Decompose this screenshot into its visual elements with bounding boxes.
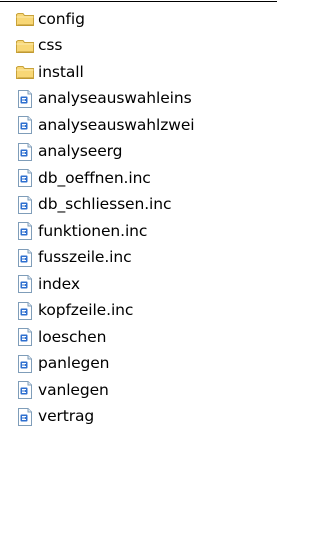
php-file-icon bbox=[15, 168, 38, 188]
item-label: config bbox=[38, 9, 85, 28]
item-label: index bbox=[38, 274, 80, 293]
list-item[interactable]: css bbox=[15, 33, 273, 60]
item-label: db_schliessen.inc bbox=[38, 195, 172, 213]
item-label: css bbox=[38, 36, 63, 54]
list-item[interactable]: db_oeffnen.inc bbox=[15, 165, 273, 192]
item-label: loeschen bbox=[38, 327, 107, 346]
folder-icon bbox=[15, 9, 38, 29]
item-label: install bbox=[38, 62, 84, 81]
item-label: fusszeile.inc bbox=[38, 248, 132, 266]
php-file-icon bbox=[15, 195, 38, 215]
list-item[interactable]: install bbox=[15, 59, 273, 86]
list-item[interactable]: funktionen.inc bbox=[15, 218, 273, 245]
php-file-icon bbox=[15, 89, 38, 109]
php-file-icon bbox=[15, 142, 38, 162]
item-label: kopfzeile.inc bbox=[38, 301, 134, 319]
list-item[interactable]: analyseauswahleins bbox=[15, 86, 273, 113]
item-label: funktionen.inc bbox=[38, 221, 148, 240]
list-item[interactable]: analyseerg bbox=[15, 139, 273, 166]
top-divider bbox=[0, 1, 277, 2]
folder-icon bbox=[15, 36, 38, 56]
item-label: db_oeffnen.inc bbox=[38, 168, 151, 187]
item-label: vertrag bbox=[38, 407, 95, 425]
item-label: vanlegen bbox=[38, 380, 109, 399]
list-item[interactable]: loeschen bbox=[15, 324, 273, 351]
php-file-icon bbox=[15, 327, 38, 347]
list-item[interactable]: kopfzeile.inc bbox=[15, 298, 273, 325]
list-item[interactable]: panlegen bbox=[15, 351, 273, 378]
php-file-icon bbox=[15, 274, 38, 294]
list-item[interactable]: vertrag bbox=[15, 404, 273, 431]
php-file-icon bbox=[15, 407, 38, 427]
php-file-icon bbox=[15, 301, 38, 321]
item-label: analyseauswahleins bbox=[38, 89, 192, 107]
item-label: analyseauswahlzwei bbox=[38, 115, 195, 134]
item-label: panlegen bbox=[38, 354, 110, 372]
item-label: analyseerg bbox=[38, 142, 123, 160]
list-item[interactable]: fusszeile.inc bbox=[15, 245, 273, 272]
php-file-icon bbox=[15, 248, 38, 268]
php-file-icon bbox=[15, 221, 38, 241]
list-item[interactable]: db_schliessen.inc bbox=[15, 192, 273, 219]
list-item[interactable]: vanlegen bbox=[15, 377, 273, 404]
folder-icon bbox=[15, 62, 38, 82]
list-item[interactable]: index bbox=[15, 271, 273, 298]
file-list: config css install analyseauswahleins an… bbox=[15, 6, 273, 430]
php-file-icon bbox=[15, 380, 38, 400]
list-item[interactable]: analyseauswahlzwei bbox=[15, 112, 273, 139]
php-file-icon bbox=[15, 115, 38, 135]
list-item[interactable]: config bbox=[15, 6, 273, 33]
php-file-icon bbox=[15, 354, 38, 374]
